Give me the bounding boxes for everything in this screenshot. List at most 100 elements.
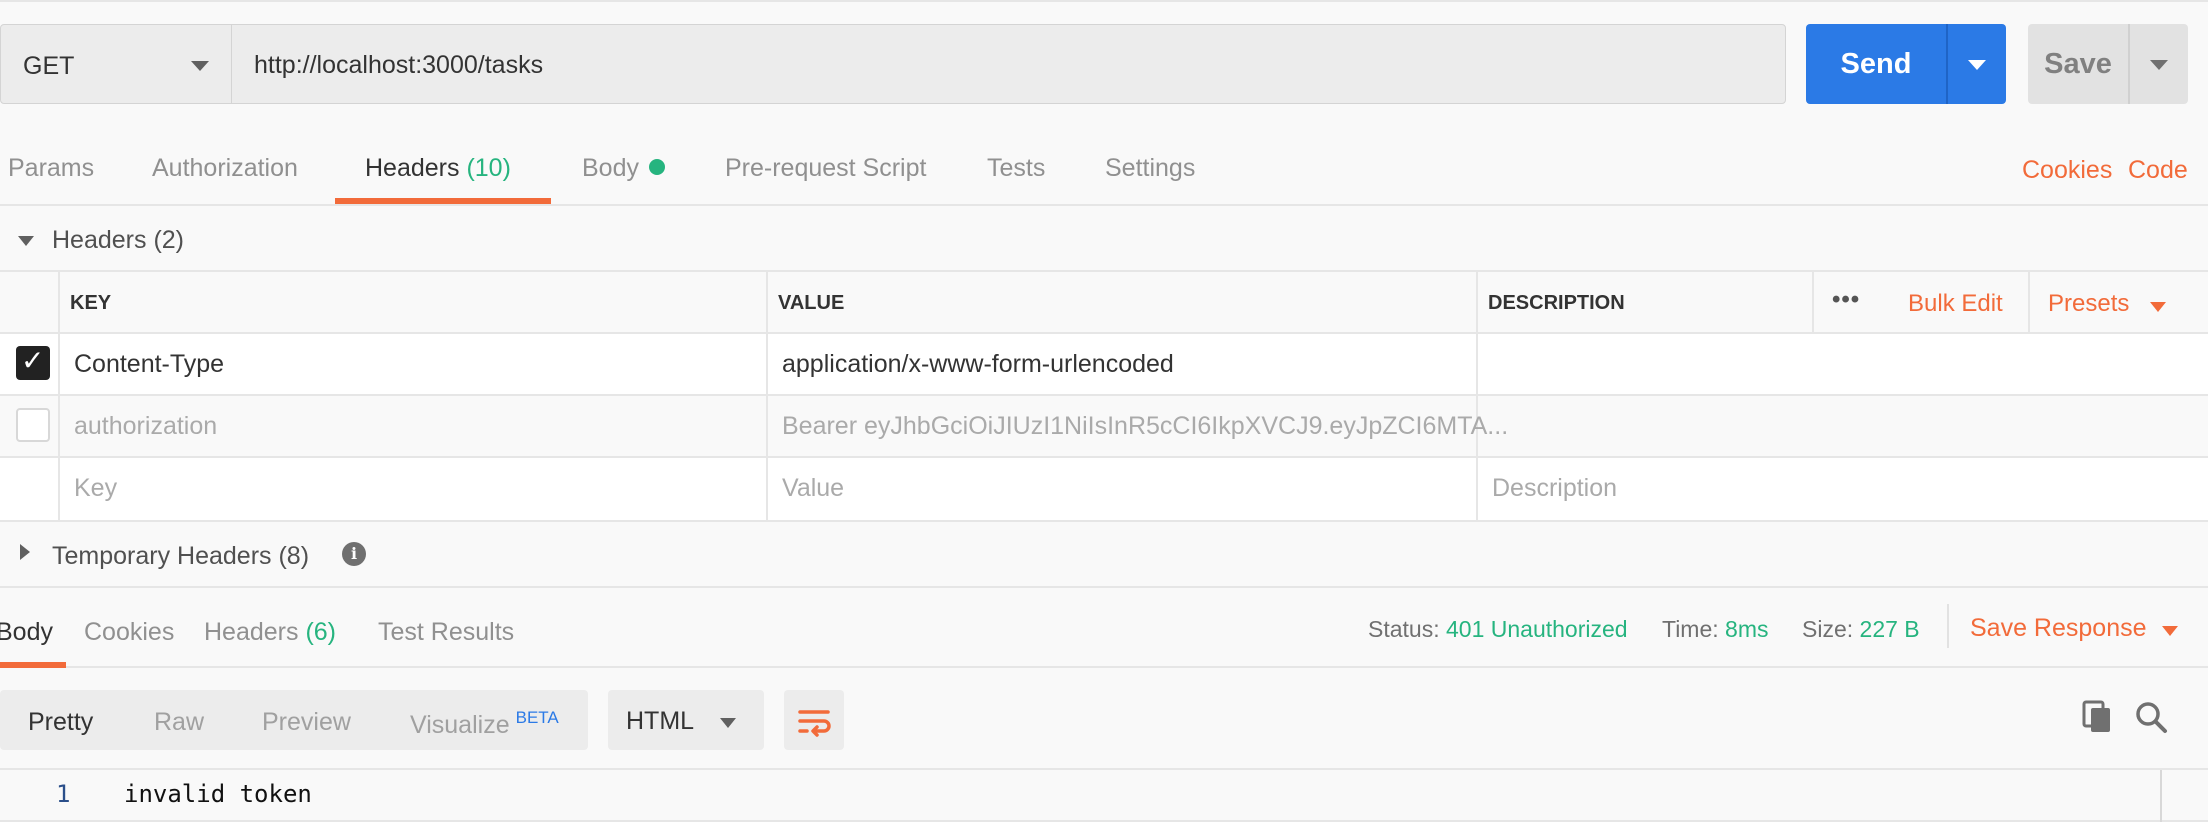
new-description-input[interactable]: Description <box>1492 474 1617 503</box>
pretty-button[interactable]: Pretty <box>28 708 93 737</box>
table-row: authorization Bearer eyJhbGciOiJIUzI1NiI… <box>0 396 2208 458</box>
preview-button[interactable]: Preview <box>262 708 351 737</box>
column-divider <box>766 396 768 456</box>
column-key: KEY <box>70 292 112 314</box>
search-icon[interactable] <box>2134 700 2168 734</box>
tab-prerequest-script[interactable]: Pre-request Script <box>725 154 926 183</box>
divider <box>1947 604 1949 648</box>
chevron-down-icon[interactable] <box>2150 60 2168 70</box>
request-tabs: Params Authorization Headers (10) Body P… <box>0 124 2208 206</box>
save-response-button[interactable]: Save Response <box>1970 614 2147 643</box>
info-icon[interactable]: i <box>342 542 366 566</box>
view-mode-group: Pretty Raw Preview Visualize BETA <box>0 690 588 750</box>
active-tab-underline <box>335 198 551 204</box>
column-divider <box>58 396 60 456</box>
new-key-input[interactable]: Key <box>74 474 117 503</box>
tab-authorization[interactable]: Authorization <box>152 154 298 183</box>
visualize-button[interactable]: Visualize BETA <box>410 708 559 740</box>
status-value[interactable]: 401 Unauthorized <box>1446 616 1628 642</box>
column-divider <box>1476 272 1478 332</box>
format-label: HTML <box>626 707 695 735</box>
column-description: DESCRIPTION <box>1488 292 1625 314</box>
column-divider <box>58 458 60 520</box>
column-divider <box>766 272 768 332</box>
response-time: Time: 8ms <box>1662 616 1769 643</box>
tab-response-cookies[interactable]: Cookies <box>84 618 174 647</box>
column-divider <box>766 334 768 394</box>
header-value[interactable]: application/x-www-form-urlencoded <box>782 350 1174 379</box>
visualize-label: Visualize <box>410 711 510 739</box>
tab-test-results[interactable]: Test Results <box>378 618 514 647</box>
headers-table: KEY VALUE DESCRIPTION ••• Bulk Edit Pres… <box>0 272 2208 522</box>
tab-response-headers-count: (6) <box>305 618 337 646</box>
chevron-down-icon[interactable] <box>2150 302 2166 312</box>
copy-icon[interactable] <box>2082 700 2112 734</box>
presets-dropdown[interactable]: Presets <box>2048 290 2129 318</box>
code-link[interactable]: Code <box>2128 156 2188 185</box>
temporary-headers-count: (8) <box>278 542 310 570</box>
save-divider <box>2128 24 2130 104</box>
more-icon[interactable]: ••• <box>1832 286 1860 314</box>
line-text[interactable]: invalid token <box>124 780 312 808</box>
chevron-down-icon[interactable] <box>2162 626 2178 636</box>
code-line: 1 invalid token <box>0 768 2208 822</box>
column-divider <box>766 458 768 520</box>
method-label: GET <box>23 52 75 80</box>
column-divider <box>1812 272 1814 332</box>
raw-button[interactable]: Raw <box>154 708 204 737</box>
header-enabled-checkbox[interactable] <box>16 408 50 442</box>
column-divider <box>1476 334 1478 394</box>
time-value[interactable]: 8ms <box>1725 616 1768 642</box>
tab-body[interactable]: Body <box>582 154 665 183</box>
tab-response-body[interactable]: Body <box>0 618 53 647</box>
chevron-down-icon <box>720 718 736 728</box>
column-value: VALUE <box>778 292 845 314</box>
temporary-headers-toggle[interactable]: Temporary Headers (8) i <box>0 522 2208 588</box>
tab-response-headers-label: Headers <box>204 618 299 646</box>
response-body-toolbar: Pretty Raw Preview Visualize BETA HTML <box>0 668 2208 768</box>
method-select[interactable]: GET <box>0 24 232 104</box>
tab-settings[interactable]: Settings <box>1105 154 1195 183</box>
send-button[interactable]: Send <box>1806 24 2006 104</box>
dot-indicator-icon <box>648 159 665 175</box>
bulk-edit-link[interactable]: Bulk Edit <box>1908 290 2003 318</box>
send-divider <box>1946 24 1948 104</box>
status-label: Status: <box>1368 616 1440 642</box>
caret-down-icon <box>18 236 34 246</box>
tab-params[interactable]: Params <box>8 154 94 183</box>
headers-section-title: Headers (2) <box>52 226 184 255</box>
header-value[interactable]: Bearer eyJhbGciOiJIUzI1NiIsInR5cCI6IkpXV… <box>782 412 1508 441</box>
header-key[interactable]: Content-Type <box>74 350 224 379</box>
save-label: Save <box>2044 48 2112 80</box>
wrap-lines-icon <box>798 710 831 737</box>
tab-tests[interactable]: Tests <box>987 154 1045 183</box>
tab-headers-count: (10) <box>466 154 511 182</box>
save-button[interactable]: Save <box>2028 24 2188 104</box>
temporary-headers-title: Temporary Headers (8) <box>52 542 309 571</box>
wrap-lines-button[interactable] <box>784 690 844 750</box>
url-text: http://localhost:3000/tasks <box>254 51 544 79</box>
tab-headers[interactable]: Headers (10) <box>365 154 511 183</box>
tab-body-label: Body <box>582 154 639 182</box>
send-label: Send <box>1840 48 1912 80</box>
table-row: ✓ Content-Type application/x-www-form-ur… <box>0 334 2208 396</box>
new-value-input[interactable]: Value <box>782 474 844 503</box>
caret-right-icon <box>20 544 30 560</box>
header-key[interactable]: authorization <box>74 412 217 441</box>
tab-response-headers[interactable]: Headers (6) <box>204 618 336 647</box>
request-bar: GET http://localhost:3000/tasks Send Sav… <box>0 0 2208 124</box>
headers-title-text: Headers <box>52 226 147 254</box>
chevron-down-icon[interactable] <box>1968 60 1986 70</box>
response-tabs: Body Cookies Headers (6) Test Results St… <box>0 588 2208 668</box>
format-select[interactable]: HTML <box>608 690 764 750</box>
check-icon: ✓ <box>21 345 45 376</box>
headers-section-toggle[interactable]: Headers (2) <box>0 206 2208 272</box>
column-divider <box>1476 458 1478 520</box>
time-label: Time: <box>1662 616 1719 642</box>
line-number: 1 <box>56 780 71 808</box>
response-body-editor[interactable]: 1 invalid token <box>0 768 2208 822</box>
cookies-link[interactable]: Cookies <box>2022 156 2112 185</box>
header-enabled-checkbox[interactable]: ✓ <box>16 345 50 380</box>
size-value[interactable]: 227 B <box>1860 616 1920 642</box>
url-input[interactable]: http://localhost:3000/tasks <box>231 24 1786 104</box>
